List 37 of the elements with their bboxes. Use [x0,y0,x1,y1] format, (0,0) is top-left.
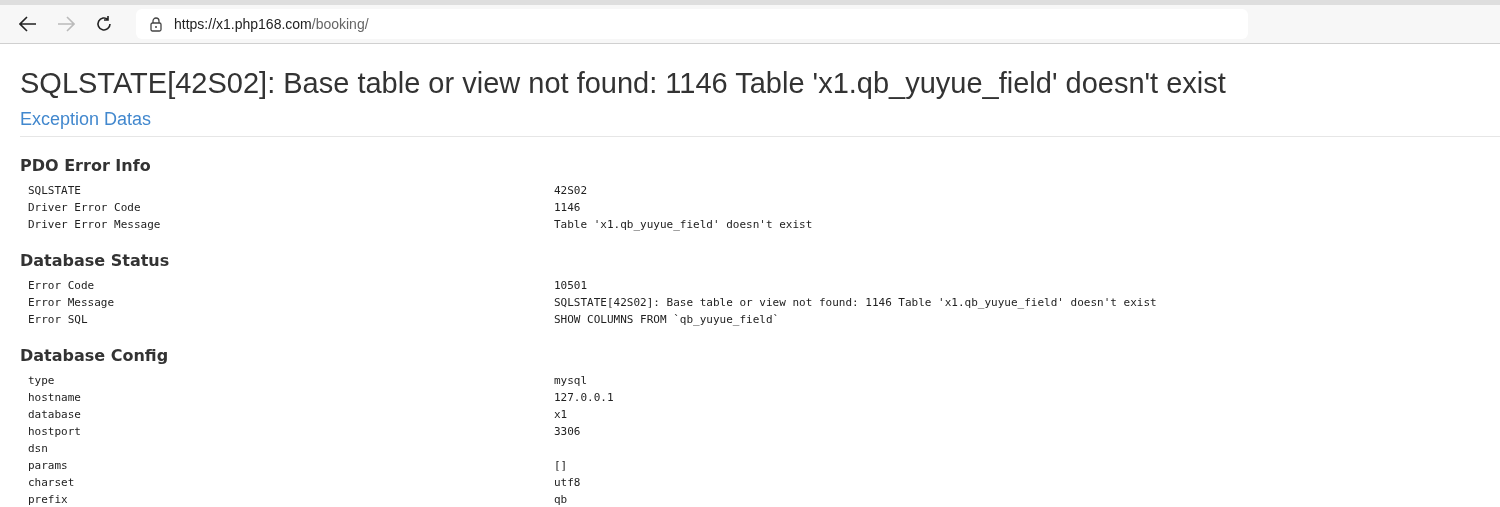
field-value: utf8 [554,475,581,491]
url-text: https://x1.php168.com/booking/ [174,16,369,32]
field-label: params [28,458,69,474]
field-label: Error Message [28,295,116,311]
address-bar[interactable]: https://x1.php168.com/booking/ [136,9,1248,39]
field-label: SQLSTATE [28,183,82,199]
field-value: 10501 [554,278,588,294]
reload-button[interactable] [94,14,114,34]
section-heading: PDO Error Info [20,155,152,177]
field-label: Error Code [28,278,96,294]
field-value: qb [554,492,568,507]
field-label: Driver Error Code [28,200,142,216]
field-label: database [28,407,82,423]
field-value: x1 [554,407,568,423]
field-value: SHOW COLUMNS FROM `qb_yuyue_field` [554,312,780,328]
field-label: Driver Error Message [28,217,162,233]
field-label: type [28,373,56,389]
field-value: [] [554,458,568,474]
field-value: 1146 [554,200,581,216]
section-heading: Database Config [20,345,170,367]
field-value: 3306 [554,424,581,440]
field-label: hostport [28,424,82,440]
error-title: SQLSTATE[42S02]: Base table or view not found: 1146 Table 'x1.qb_yuyue_field' doesn't exist [20,66,1227,100]
field-label: charset [28,475,76,491]
back-button[interactable] [18,14,38,34]
lock-icon [150,16,162,32]
field-label: prefix [28,492,69,507]
field-value: SQLSTATE[42S02]: Base table or view not found: 1146 Table 'x1.qb_yuyue_field' doesn't exist [554,295,1157,311]
field-value: Table 'x1.qb_yuyue_field' doesn't exist [554,217,813,233]
field-value: mysql [554,373,588,389]
field-value: 127.0.0.1 [554,390,614,406]
section-heading: Database Status [20,250,171,272]
field-label: dsn [28,441,49,457]
field-label: hostname [28,390,82,406]
field-label: Error SQL [28,312,89,328]
exception-datas-link[interactable]: Exception Datas [20,108,152,130]
field-value: 42S02 [554,183,588,199]
